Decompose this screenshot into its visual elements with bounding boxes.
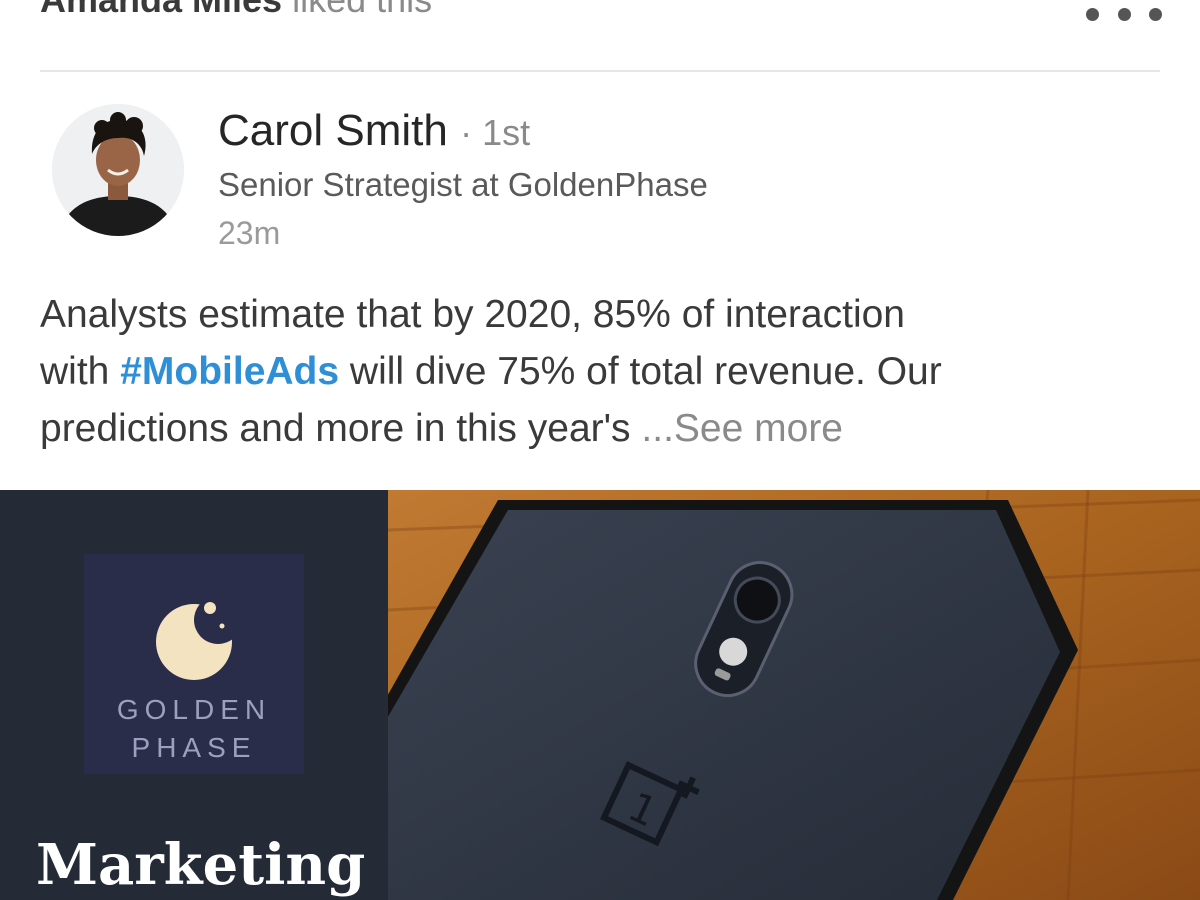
- social-activity-text: Amanda Miles liked this: [40, 0, 432, 22]
- moon-logo-icon: [156, 596, 242, 680]
- more-dot-icon: [1117, 7, 1131, 21]
- author-name-line: Carol Smith · 1st: [218, 104, 530, 160]
- brand-name-line: GOLDEN: [116, 694, 272, 725]
- post-body: Analysts estimate that by 2020, 85% of i…: [40, 286, 1160, 457]
- post-body-line: Analysts estimate that by 2020, 85% of i…: [40, 293, 905, 336]
- connection-degree: · 1st: [460, 112, 531, 153]
- post-body-text: with: [40, 350, 121, 393]
- media-title: Marketing: [36, 832, 366, 898]
- post-body-text: predictions and more in this year's: [40, 407, 642, 450]
- media-brand-panel: GOLDEN PHASE Marketing: [0, 490, 388, 900]
- post-body-line: predictions and more in this year's ...S…: [40, 400, 1160, 457]
- more-dot-icon: [1149, 7, 1162, 21]
- social-activity-header: Amanda Miles liked this: [0, 0, 1200, 70]
- person-avatar-icon: [52, 104, 184, 236]
- brand-logo-box: GOLDEN PHASE: [84, 554, 304, 774]
- social-action-text: liked this: [292, 0, 432, 20]
- hashtag-link[interactable]: #MobileAds: [120, 350, 339, 393]
- more-dot-icon: [1086, 7, 1099, 21]
- author-name[interactable]: Carol Smith: [218, 106, 448, 155]
- social-actor-name[interactable]: Amanda Miles: [40, 0, 282, 20]
- feed-post: Amanda Miles liked this Ca: [0, 0, 1200, 900]
- post-body-text: will dive 75% of total revenue. Our: [339, 350, 942, 393]
- more-options-button[interactable]: [1086, 0, 1162, 34]
- header-divider: [40, 70, 1160, 72]
- brand-name-line: PHASE: [131, 732, 257, 763]
- post-media[interactable]: GOLDEN PHASE Marketing 1: [0, 490, 1200, 900]
- author-headline: Senior Strategist at GoldenPhase: [218, 166, 708, 203]
- phone-photo: 1: [388, 490, 1200, 900]
- author-avatar[interactable]: [52, 104, 184, 236]
- see-more-link[interactable]: ...See more: [641, 407, 843, 450]
- post-body-line: with #MobileAds will dive 75% of total r…: [40, 343, 1160, 400]
- post-timestamp: 23m: [218, 215, 281, 251]
